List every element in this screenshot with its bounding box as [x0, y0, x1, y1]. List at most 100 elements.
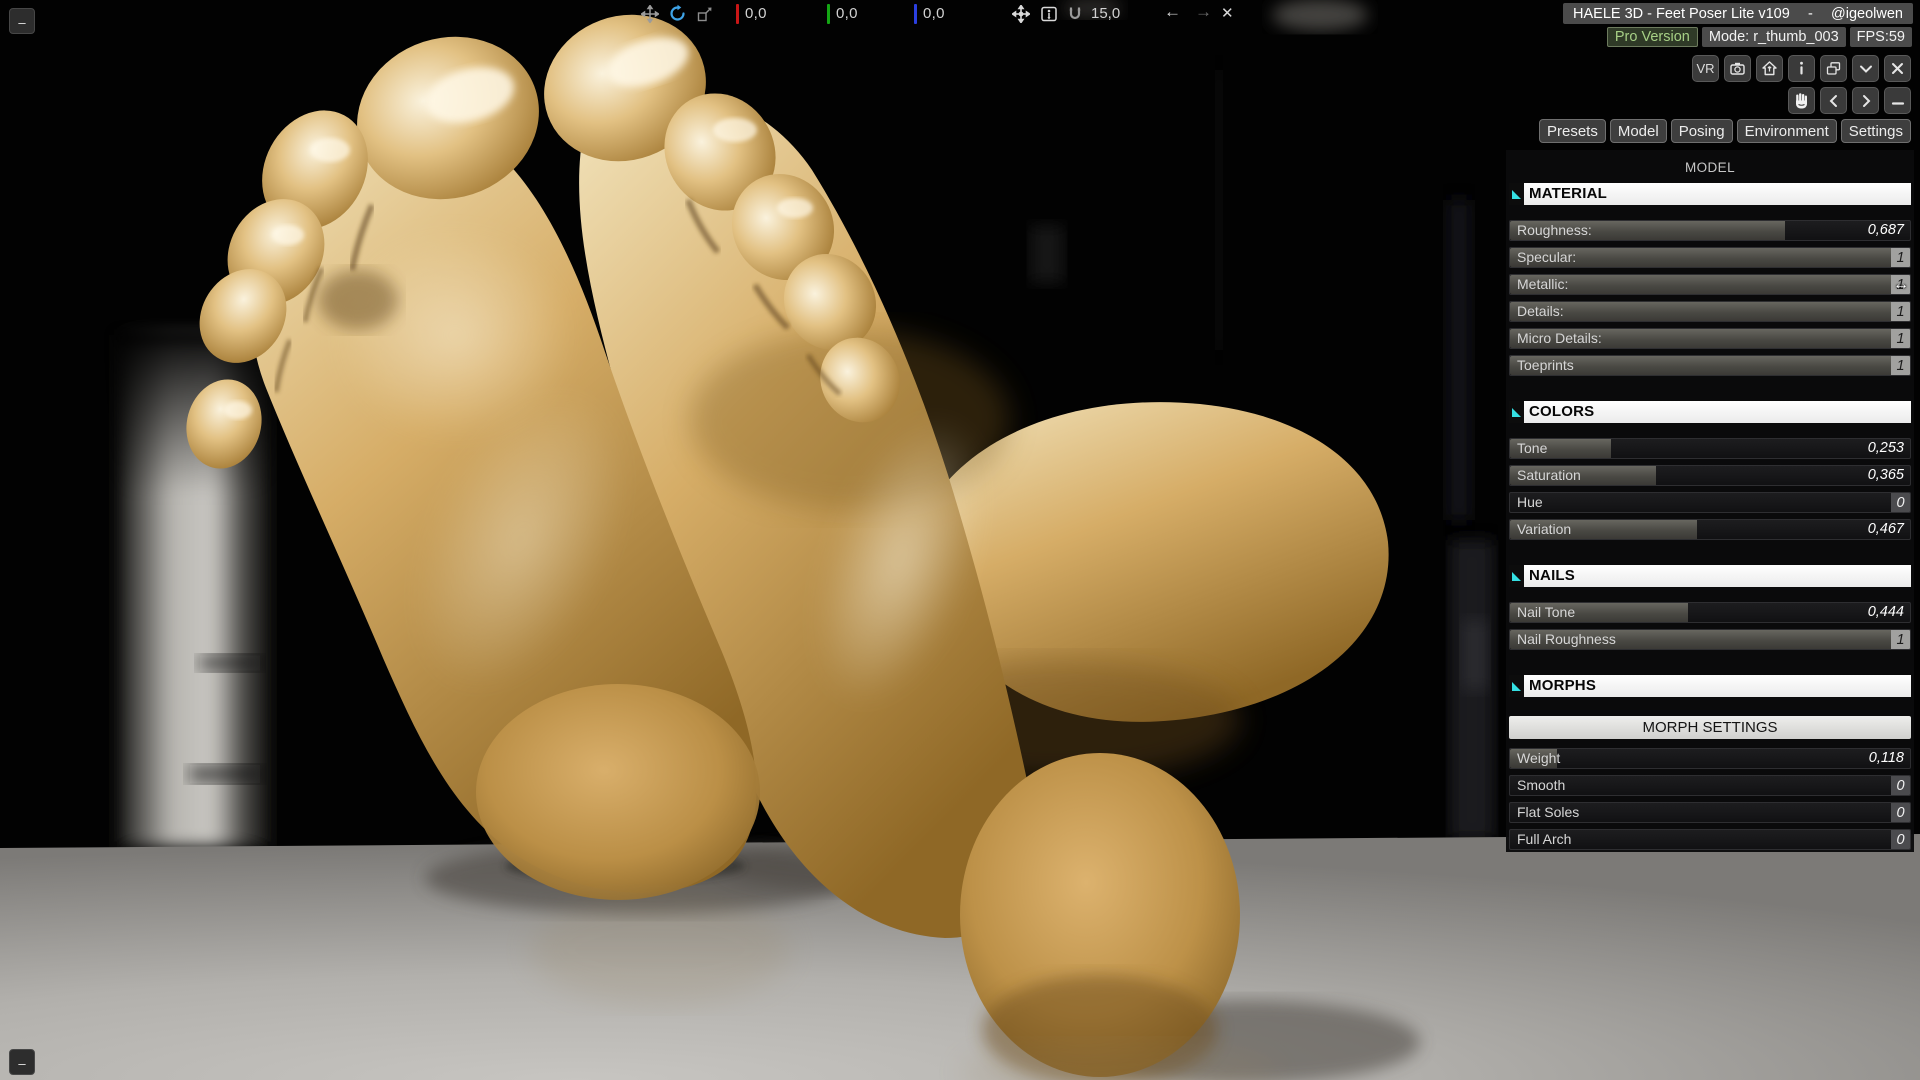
section-header-material[interactable]: MATERIAL — [1509, 183, 1911, 205]
tab-presets[interactable]: Presets — [1539, 119, 1606, 143]
slider-value: 0,253 — [1868, 439, 1904, 458]
slider-smooth[interactable]: Smooth0 — [1509, 775, 1911, 796]
fps-badge: FPS:59 — [1850, 27, 1912, 47]
slider-tone[interactable]: Tone 0,253 — [1509, 438, 1911, 459]
slider-flat-soles[interactable]: Flat Soles0 — [1509, 802, 1911, 823]
y-axis-bar — [827, 4, 830, 24]
slider-value: 1 — [1891, 248, 1910, 267]
section-label: COLORS — [1524, 401, 1911, 423]
slider-label: Micro Details: — [1517, 329, 1602, 348]
morph-settings-button[interactable]: MORPH SETTINGS — [1509, 716, 1911, 739]
slider-label: Weight — [1517, 749, 1560, 768]
move-icon[interactable] — [641, 5, 659, 23]
snap-magnet-icon[interactable] — [1066, 5, 1084, 23]
slider-full-arch[interactable]: Full Arch0 — [1509, 829, 1911, 850]
duplicate-button[interactable] — [1820, 55, 1847, 82]
slider-saturation[interactable]: Saturation 0,365 — [1509, 465, 1911, 486]
slider-metallic[interactable]: Metallic:1 — [1509, 274, 1911, 295]
rotate-icon[interactable] — [668, 4, 687, 23]
slider-value: 0 — [1891, 830, 1910, 849]
slider-nail-tone[interactable]: Nail Tone0,444 — [1509, 602, 1911, 623]
vr-button[interactable]: VR — [1692, 55, 1719, 82]
slider-value: 0,365 — [1868, 466, 1904, 485]
mode-badge: Mode: r_thumb_003 — [1702, 27, 1846, 47]
slider-nail-roughness[interactable]: Nail Roughness1 — [1509, 629, 1911, 650]
prev-button[interactable] — [1820, 87, 1847, 114]
slider-value: 1 — [1891, 275, 1910, 294]
title-separator: - — [1808, 6, 1813, 22]
collapse-triangle-icon[interactable] — [1509, 401, 1524, 423]
slider-specular[interactable]: Specular: 1 — [1509, 247, 1911, 268]
slider-value: 1 — [1891, 630, 1910, 649]
app-title: HAELE 3D - Feet Poser Lite v109 — [1573, 6, 1790, 22]
hand-tool-button[interactable] — [1788, 87, 1815, 114]
snap-angle-value[interactable]: 15,0 — [1091, 5, 1120, 22]
panel-sections: MATERIALRoughness:0,687Specular:1Metalli… — [1508, 183, 1912, 850]
panel-title: MODEL — [1508, 160, 1912, 178]
collapse-triangle-icon[interactable] — [1509, 675, 1524, 697]
camera-icon — [1729, 60, 1746, 77]
z-axis-bar — [914, 4, 917, 24]
hand-icon — [1792, 91, 1811, 110]
model-panel: MODEL MATERIALRoughness:0,687Specular:1M… — [1506, 150, 1914, 852]
slider-label: Saturation — [1517, 466, 1581, 485]
slider-details[interactable]: Details:1 — [1509, 301, 1911, 322]
tab-model[interactable]: Model — [1610, 119, 1667, 143]
z-axis-value[interactable]: 0,0 — [923, 5, 945, 22]
redo-arrow-icon[interactable]: → — [1195, 2, 1212, 22]
slider-value: 1 — [1891, 356, 1910, 375]
close-icon — [1890, 61, 1905, 76]
minus-icon — [1890, 93, 1906, 109]
tab-settings[interactable]: Settings — [1841, 119, 1911, 143]
section-header-morphs[interactable]: MORPHS — [1509, 675, 1911, 697]
section-header-nails[interactable]: NAILS — [1509, 565, 1911, 587]
slider-hue[interactable]: Hue 0 — [1509, 492, 1911, 513]
slider-weight[interactable]: Weight0,118 — [1509, 748, 1911, 769]
home-icon — [1761, 60, 1778, 77]
section-label: NAILS — [1524, 565, 1911, 587]
axis-move-icon[interactable] — [1012, 5, 1030, 23]
slider-label: Tone — [1517, 439, 1547, 458]
slider-label: Hue — [1517, 493, 1543, 512]
chevron-down-icon — [1858, 61, 1874, 77]
next-button[interactable] — [1852, 87, 1879, 114]
section-label: MATERIAL — [1524, 183, 1911, 205]
slider-label: Toeprints — [1517, 356, 1574, 375]
y-axis-value[interactable]: 0,0 — [836, 5, 858, 22]
collapse-bottombar-button[interactable]: – — [9, 1049, 35, 1075]
undo-arrow-icon[interactable]: ← — [1164, 2, 1181, 22]
slider-label: Roughness: — [1517, 221, 1592, 240]
collapse-panel-button[interactable] — [1852, 55, 1879, 82]
collapse-triangle-icon[interactable] — [1509, 565, 1524, 587]
x-axis-value[interactable]: 0,0 — [745, 5, 767, 22]
slider-micro-details[interactable]: Micro Details: 1 — [1509, 328, 1911, 349]
clear-icon[interactable]: ✕ — [1221, 4, 1234, 22]
home-button[interactable] — [1756, 55, 1783, 82]
slider-value: 0,467 — [1868, 520, 1904, 539]
slider-variation[interactable]: Variation0,467 — [1509, 519, 1911, 540]
floor-reflection — [530, 895, 790, 1005]
x-axis-bar — [736, 4, 739, 24]
scale-icon[interactable] — [696, 6, 713, 23]
fit-model-icon[interactable] — [1040, 5, 1058, 23]
slider-label: Specular: — [1517, 248, 1576, 267]
slider-value: 0 — [1891, 776, 1910, 795]
slider-toeprints[interactable]: Toeprints 1 — [1509, 355, 1911, 376]
camera-button[interactable] — [1724, 55, 1751, 82]
tab-environment[interactable]: Environment — [1737, 119, 1837, 143]
pro-version-badge: Pro Version — [1607, 27, 1698, 47]
slider-value: 1 — [1891, 329, 1910, 348]
slider-value: 0 — [1891, 493, 1910, 512]
slider-roughness[interactable]: Roughness:0,687 — [1509, 220, 1911, 241]
close-button[interactable] — [1884, 55, 1911, 82]
info-button[interactable] — [1788, 55, 1815, 82]
section-header-colors[interactable]: COLORS — [1509, 401, 1911, 423]
chevron-left-icon — [1826, 93, 1842, 109]
slider-fill — [1510, 275, 1910, 294]
section-label: MORPHS — [1524, 675, 1911, 697]
minimize-button[interactable] — [1884, 87, 1911, 114]
slider-value: 0 — [1891, 803, 1910, 822]
collapse-toolbar-button[interactable]: – — [9, 8, 35, 34]
collapse-triangle-icon[interactable] — [1509, 183, 1524, 205]
tab-posing[interactable]: Posing — [1671, 119, 1733, 143]
